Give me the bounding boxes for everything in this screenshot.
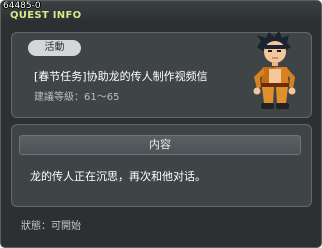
title-bar[interactable]: 64485-0 QUEST INFO xyxy=(1,1,321,23)
quest-category-tag: 活動 xyxy=(28,40,81,56)
quest-level-requirement: 建議等級：61～65 xyxy=(34,92,120,103)
quest-name: [春节任务]协助龙的传人制作视频信 xyxy=(34,70,208,83)
quest-status: 狀態：可開始 xyxy=(21,221,81,232)
content-section-header: 内容 xyxy=(19,135,301,155)
window-title: QUEST INFO xyxy=(10,10,82,21)
quest-description: 龙的传人正在沉思，再次和他对话。 xyxy=(30,170,206,183)
npc-portrait-icon xyxy=(253,31,296,109)
quest-info-window: 64485-0 QUEST INFO 活動 [春节任务]协助龙的传人制作视频信 … xyxy=(0,0,322,248)
